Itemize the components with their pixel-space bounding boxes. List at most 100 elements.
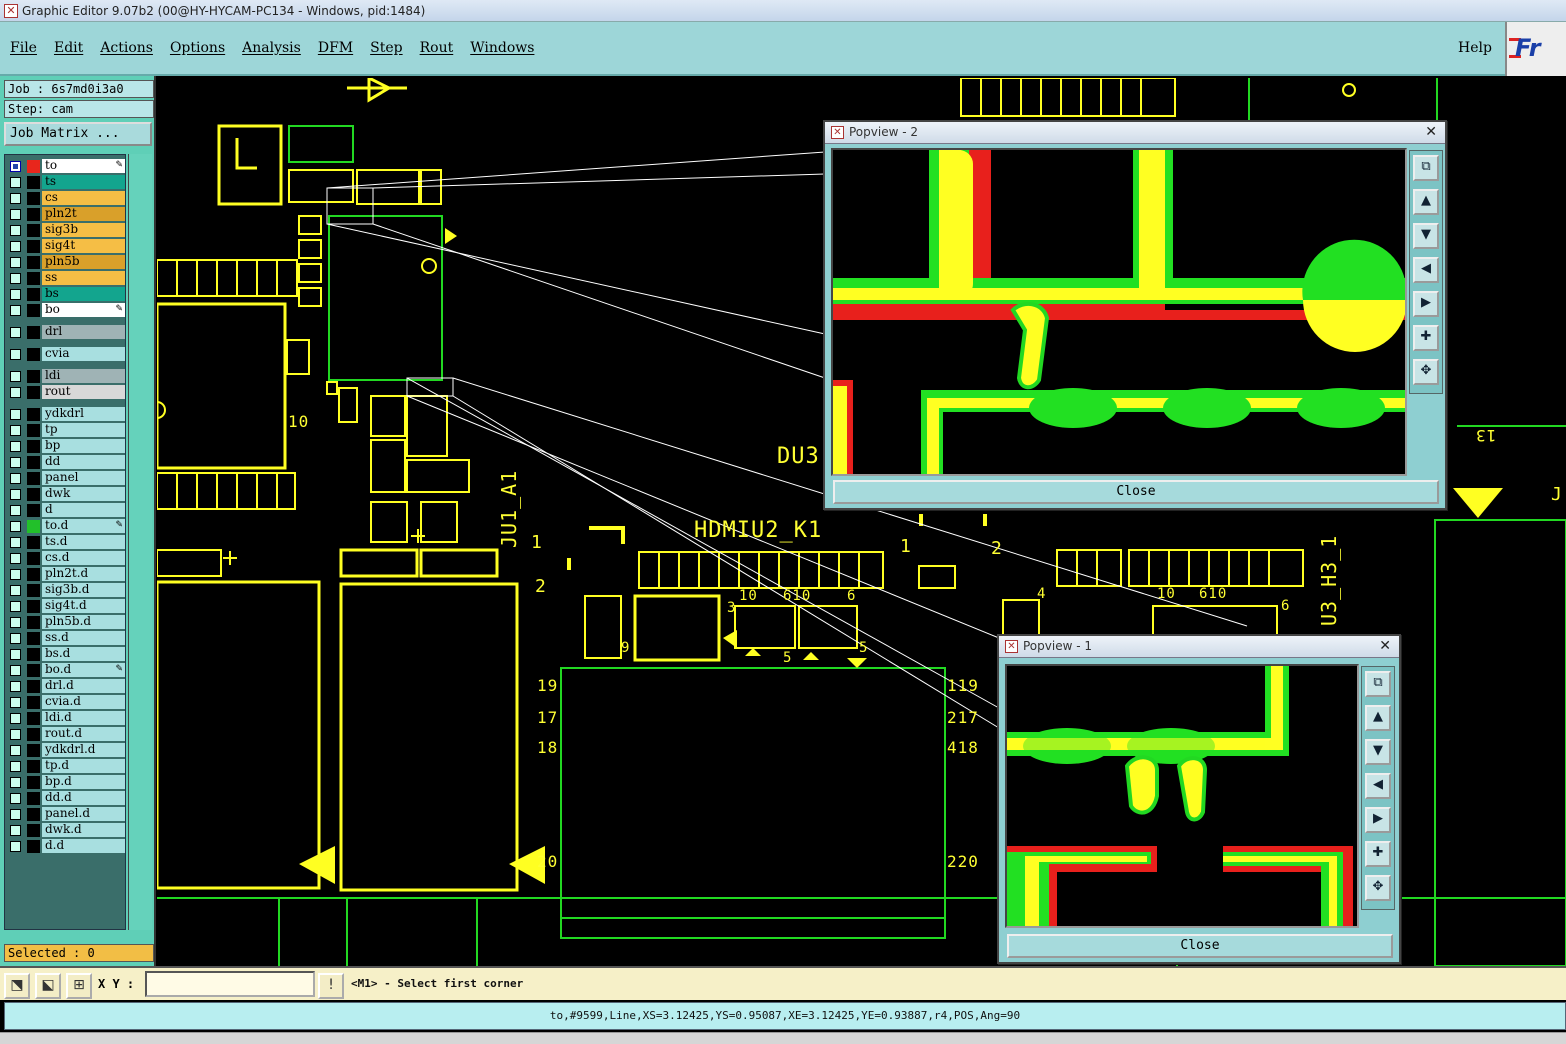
popview-1-pan-up-icon[interactable]: ▲ <box>1365 705 1391 731</box>
edit-mode-icon[interactable]: ⬕ <box>35 973 61 999</box>
layer-name[interactable]: ldi <box>42 369 125 383</box>
layer-color-swatch[interactable] <box>27 348 40 361</box>
layer-checkbox[interactable] <box>10 537 21 548</box>
popview-1-close-button[interactable]: Close <box>1007 934 1393 958</box>
layer-row-ldi-d[interactable]: ldi.d <box>8 711 125 725</box>
menu-file[interactable]: File <box>10 40 37 56</box>
layer-color-swatch[interactable] <box>27 728 40 741</box>
layer-name[interactable]: sig3b <box>42 223 125 237</box>
layer-row-dd-d[interactable]: dd.d <box>8 791 125 805</box>
layer-name[interactable]: rout <box>42 385 125 399</box>
layer-color-swatch[interactable] <box>27 792 40 805</box>
layer-checkbox[interactable] <box>10 697 21 708</box>
popview-2-pan-up-icon[interactable]: ▲ <box>1413 189 1439 215</box>
layer-row-bo-d[interactable]: bo.d ✎ <box>8 663 125 677</box>
popview-1-view[interactable] <box>1005 664 1359 928</box>
popview-2-view[interactable] <box>831 148 1407 476</box>
layer-color-swatch[interactable] <box>27 552 40 565</box>
layer-row-ydkdrl[interactable]: ydkdrl <box>8 407 125 421</box>
layer-checkbox[interactable] <box>10 585 21 596</box>
menu-analysis[interactable]: Analysis <box>242 40 301 56</box>
layer-color-swatch[interactable] <box>27 760 40 773</box>
popview-1-close-icon[interactable]: ✕ <box>1379 636 1391 656</box>
layer-color-swatch[interactable] <box>27 520 40 533</box>
layer-checkbox[interactable] <box>10 305 21 316</box>
layer-checkbox[interactable] <box>10 633 21 644</box>
layer-checkbox[interactable] <box>10 209 21 220</box>
menu-rout[interactable]: Rout <box>420 40 454 56</box>
layer-row-bo[interactable]: bo ✎ <box>8 303 125 317</box>
layer-checkbox[interactable] <box>10 489 21 500</box>
layer-row-panel[interactable]: panel <box>8 471 125 485</box>
layer-name[interactable]: to.d ✎ <box>42 519 125 533</box>
popview-1-pan-down-icon[interactable]: ▼ <box>1365 739 1391 765</box>
popview-2-zoom-window-icon[interactable]: ⧉ <box>1413 155 1439 181</box>
layer-row-rout[interactable]: rout <box>8 385 125 399</box>
layer-color-swatch[interactable] <box>27 304 40 317</box>
layer-checkbox[interactable] <box>10 681 21 692</box>
layer-color-swatch[interactable] <box>27 240 40 253</box>
layer-color-swatch[interactable] <box>27 386 40 399</box>
layer-name[interactable]: dd.d <box>42 791 125 805</box>
layer-row-sig3b-d[interactable]: sig3b.d <box>8 583 125 597</box>
layer-row-sig4t[interactable]: sig4t <box>8 239 125 253</box>
layer-name[interactable]: drl <box>42 325 125 339</box>
layer-name[interactable]: ldi.d <box>42 711 125 725</box>
job-matrix-button[interactable]: Job Matrix ... <box>4 122 152 146</box>
layer-color-swatch[interactable] <box>27 712 40 725</box>
layer-color-swatch[interactable] <box>27 370 40 383</box>
layer-color-swatch[interactable] <box>27 224 40 237</box>
layer-list-scrollbar[interactable] <box>128 154 152 930</box>
popview-1-titlebar[interactable]: ✕ Popview - 1 ✕ <box>999 636 1399 658</box>
popview-1-pan-right-icon[interactable]: ▶ <box>1365 807 1391 833</box>
layer-color-swatch[interactable] <box>27 696 40 709</box>
layer-checkbox[interactable] <box>10 649 21 660</box>
popview-1-zoom-in-icon[interactable]: ✚ <box>1365 841 1391 867</box>
layer-row-pln5b-d[interactable]: pln5b.d <box>8 615 125 629</box>
layer-name[interactable]: pln5b.d <box>42 615 125 629</box>
layer-name[interactable]: dd <box>42 455 125 469</box>
layer-name[interactable]: cs.d <box>42 551 125 565</box>
layer-color-swatch[interactable] <box>27 600 40 613</box>
layer-checkbox[interactable] <box>10 841 21 852</box>
popview-2-pan-down-icon[interactable]: ▼ <box>1413 223 1439 249</box>
layer-row-sig4t-d[interactable]: sig4t.d <box>8 599 125 613</box>
layer-color-swatch[interactable] <box>27 472 40 485</box>
menu-dfm[interactable]: DFM <box>318 40 353 56</box>
layer-name[interactable]: ss <box>42 271 125 285</box>
popview-2-zoom-in-icon[interactable]: ✚ <box>1413 325 1439 351</box>
layer-row-pln2t-d[interactable]: pln2t.d <box>8 567 125 581</box>
layer-row-pln2t[interactable]: pln2t <box>8 207 125 221</box>
layer-name[interactable]: pln5b <box>42 255 125 269</box>
layer-checkbox[interactable] <box>10 273 21 284</box>
snap-mode-icon[interactable]: ⬔ <box>4 973 30 999</box>
layer-name[interactable]: sig3b.d <box>42 583 125 597</box>
popview-1-zoom-window-icon[interactable]: ⧉ <box>1365 671 1391 697</box>
layer-row-ydkdrl-d[interactable]: ydkdrl.d <box>8 743 125 757</box>
layer-row-ss-d[interactable]: ss.d <box>8 631 125 645</box>
layer-checkbox[interactable] <box>10 257 21 268</box>
layer-name[interactable]: cvia <box>42 347 125 361</box>
layer-checkbox[interactable] <box>10 387 21 398</box>
layer-name[interactable]: d.d <box>42 839 125 853</box>
layer-checkbox[interactable] <box>10 161 21 172</box>
layer-checkbox[interactable] <box>10 441 21 452</box>
layer-name[interactable]: bs.d <box>42 647 125 661</box>
layer-checkbox[interactable] <box>10 193 21 204</box>
layer-color-swatch[interactable] <box>27 632 40 645</box>
layer-row-bp-d[interactable]: bp.d <box>8 775 125 789</box>
layer-color-swatch[interactable] <box>27 192 40 205</box>
layer-row-rout-d[interactable]: rout.d <box>8 727 125 741</box>
layer-checkbox[interactable] <box>10 177 21 188</box>
layer-name[interactable]: ydkdrl <box>42 407 125 421</box>
layer-name[interactable]: bp <box>42 439 125 453</box>
layer-checkbox[interactable] <box>10 371 21 382</box>
layer-color-swatch[interactable] <box>27 808 40 821</box>
layer-color-swatch[interactable] <box>27 288 40 301</box>
layer-checkbox[interactable] <box>10 777 21 788</box>
layer-checkbox[interactable] <box>10 809 21 820</box>
layer-checkbox[interactable] <box>10 425 21 436</box>
layer-color-swatch[interactable] <box>27 208 40 221</box>
layer-row-dwk[interactable]: dwk <box>8 487 125 501</box>
layer-row-drl-d[interactable]: drl.d <box>8 679 125 693</box>
